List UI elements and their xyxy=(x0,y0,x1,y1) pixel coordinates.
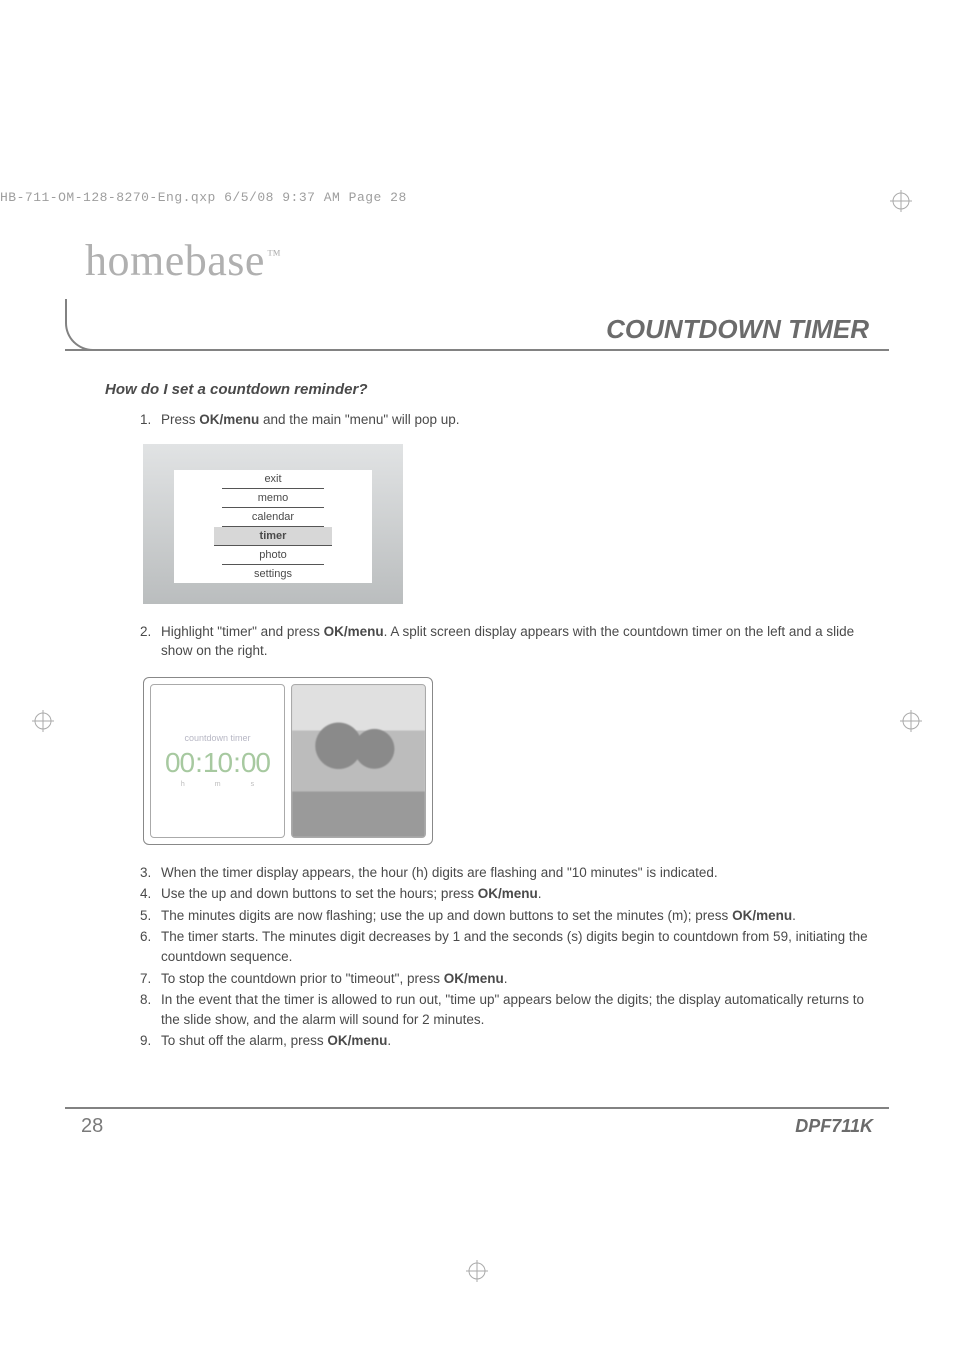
menu-item-settings: settings xyxy=(222,565,324,583)
step-8: In the event that the timer is allowed t… xyxy=(155,990,879,1029)
step-4: Use the up and down buttons to set the h… xyxy=(155,884,879,904)
countdown-panel: countdown timer 00:10:00 h m s xyxy=(150,684,285,838)
menu-item-calendar: calendar xyxy=(222,508,324,527)
model-number: DPF711K xyxy=(795,1116,873,1137)
slideshow-photo-placeholder xyxy=(292,685,425,837)
prepress-slug: HB-711-OM-128-8270-Eng.qxp 6/5/08 9:37 A… xyxy=(0,190,407,205)
step-5: The minutes digits are now flashing; use… xyxy=(155,906,879,926)
trademark-symbol: ™ xyxy=(267,248,281,263)
registration-mark-icon xyxy=(900,710,922,732)
unit-h: h xyxy=(181,781,185,788)
logo-light: base xyxy=(185,236,265,285)
section-title: COUNTDOWN TIMER xyxy=(606,314,889,344)
slideshow-panel xyxy=(291,684,426,838)
registration-mark-icon xyxy=(466,1260,488,1282)
countdown-seconds: 00 xyxy=(240,747,271,779)
countdown-time: 00:10:00 xyxy=(164,747,271,779)
logo-main: home xyxy=(85,236,185,285)
unit-s: s xyxy=(251,781,255,788)
step-2: Highlight "timer" and press OK/menu. A s… xyxy=(155,622,879,661)
countdown-split-screenshot: countdown timer 00:10:00 h m s xyxy=(143,677,433,845)
menu-item-exit: exit xyxy=(222,470,324,489)
menu-item-memo: memo xyxy=(222,489,324,508)
menu-popup: exit memo calendar timer photo settings xyxy=(174,470,372,583)
step-6: The timer starts. The minutes digit decr… xyxy=(155,927,879,966)
page-number: 28 xyxy=(81,1115,103,1138)
step-9: To shut off the alarm, press OK/menu. xyxy=(155,1031,879,1051)
step-3: When the timer display appears, the hour… xyxy=(155,863,879,883)
menu-item-timer: timer xyxy=(214,527,332,546)
brand-logo: homebase™ xyxy=(85,235,889,286)
menu-screenshot: exit memo calendar timer photo settings xyxy=(143,444,403,604)
registration-mark-icon xyxy=(890,190,912,212)
step-1: Press OK/menu and the main "menu" will p… xyxy=(155,410,879,430)
menu-item-photo: photo xyxy=(222,546,324,565)
countdown-label: countdown timer xyxy=(184,733,250,743)
section-subhead: How do I set a countdown reminder? xyxy=(105,381,879,398)
registration-mark-icon xyxy=(32,710,54,732)
countdown-minutes: 10 xyxy=(202,747,233,779)
countdown-hours: 00 xyxy=(164,747,195,779)
step-7: To stop the countdown prior to "timeout"… xyxy=(155,969,879,989)
unit-m: m xyxy=(215,781,221,788)
